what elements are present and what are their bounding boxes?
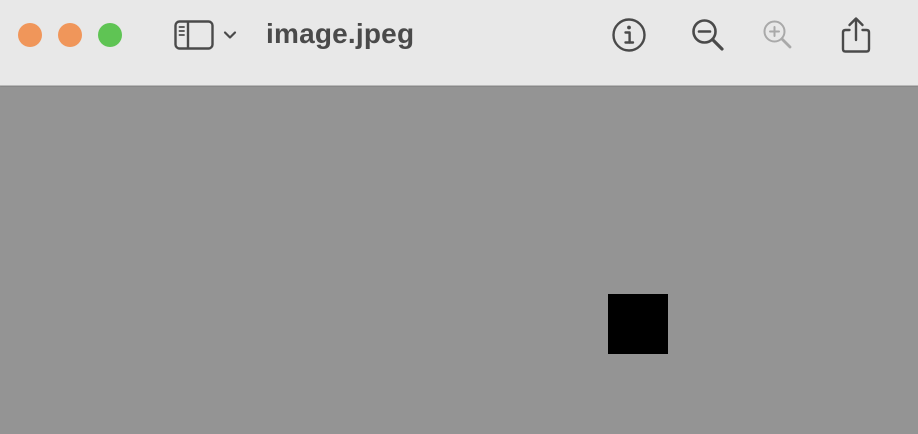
zoom-in-icon — [763, 20, 792, 49]
image-canvas — [0, 87, 918, 434]
close-window-button[interactable] — [18, 23, 42, 47]
minimize-window-button[interactable] — [58, 23, 82, 47]
title-bar: image.jpeg — [0, 0, 918, 86]
image-content — [608, 294, 668, 354]
zoom-in-button[interactable] — [758, 15, 798, 55]
share-icon — [841, 17, 871, 53]
info-circle-icon — [612, 18, 646, 52]
zoom-window-button[interactable] — [98, 23, 122, 47]
zoom-out-icon — [692, 19, 724, 51]
sidebar-icon — [174, 20, 214, 50]
info-button[interactable] — [609, 15, 649, 55]
sidebar-toggle-button[interactable] — [174, 20, 244, 50]
document-title: image.jpeg — [266, 18, 415, 49]
chevron-down-icon — [223, 31, 237, 39]
zoom-out-button[interactable] — [688, 15, 728, 55]
share-button[interactable] — [836, 15, 876, 55]
